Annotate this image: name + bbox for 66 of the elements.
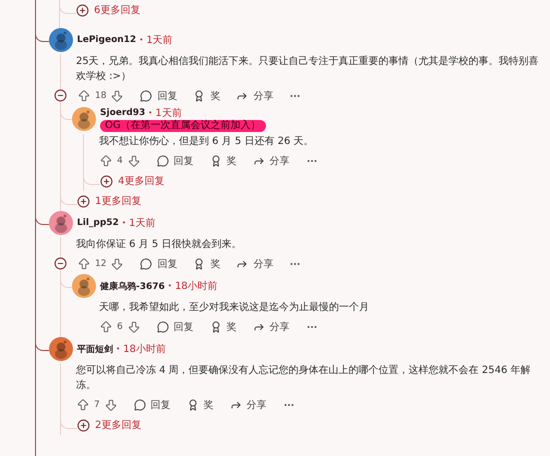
upvote-button[interactable] [99, 154, 113, 168]
comment-text: 25天，兄弟。我真心相信我们能活下来。只要让自己专注于真正重要的事情（尤其是学校的事。我特别喜欢学校 :>） [76, 54, 540, 84]
award-button[interactable]: 奖 [210, 154, 237, 168]
award-icon [193, 258, 206, 270]
expand-icon [76, 4, 89, 16]
reply-button[interactable]: 回复 [134, 398, 171, 412]
expand-icon [100, 174, 113, 188]
vote-count: 6 [117, 322, 123, 332]
timestamp: 1天前 [128, 217, 156, 230]
downvote-button[interactable] [104, 398, 118, 412]
comment-text: 我不想让你伤心，但是到 6 月 5 日还有 26 天。 [99, 134, 315, 149]
comment-icon [156, 154, 169, 166]
comment-icon [156, 320, 169, 332]
upvote-button[interactable] [77, 88, 91, 102]
downvote-button[interactable] [126, 320, 141, 334]
award-button[interactable]: 奖 [193, 88, 220, 102]
reply-button[interactable]: 回复 [156, 154, 194, 168]
award-button[interactable]: 奖 [193, 256, 220, 270]
more-replies-link[interactable]: 1更多回复 [77, 194, 142, 208]
share-button[interactable]: 分享 [236, 256, 274, 270]
more-replies-link[interactable]: 2更多回复 [77, 418, 142, 432]
comment-icon [134, 398, 146, 410]
collapse-button[interactable] [54, 89, 67, 102]
timestamp: 18小时前 [123, 342, 166, 356]
user-flair: OG（在第一次直属会议之前加入） [100, 120, 266, 132]
expand-icon [77, 418, 90, 432]
downvote-button[interactable] [126, 154, 141, 168]
more-replies-link[interactable]: 6更多回复 [76, 3, 140, 17]
comment-text: 天哪，我希望如此，至少对我来说这是迄今为止最慢的一个月 [99, 300, 370, 315]
share-button[interactable]: 分享 [252, 154, 290, 168]
username[interactable]: 平面短剑 [77, 342, 113, 356]
vote-count: 12 [95, 258, 106, 268]
upvote-button[interactable] [99, 320, 113, 334]
timestamp: 1天前 [146, 34, 173, 47]
comment-text: 您可以将自己冷冻 4 周，但要确保没有人忘记您的身体在山上的哪个位置，这样您就不会在 2546 年解冻。 [76, 364, 532, 393]
vote-count: 18 [95, 90, 106, 100]
comment-icon [140, 90, 152, 102]
share-button[interactable]: 分享 [230, 398, 267, 412]
award-button[interactable]: 奖 [210, 320, 237, 334]
reply-button[interactable]: 回复 [140, 88, 178, 102]
comment-icon [140, 258, 152, 270]
vote-count: 7 [94, 400, 100, 410]
username[interactable]: Sjoerd93 [100, 108, 146, 118]
share-button[interactable]: 分享 [236, 88, 274, 102]
reply-button[interactable]: 回复 [140, 256, 178, 270]
upvote-button[interactable] [76, 398, 90, 412]
upvote-button[interactable] [77, 256, 91, 270]
collapse-button[interactable] [54, 257, 67, 270]
award-icon [193, 90, 206, 102]
username[interactable]: Lil_pp52 [77, 218, 119, 228]
more-replies-link[interactable]: 4更多回复 [100, 174, 164, 188]
timestamp: 18小时前 [174, 280, 218, 293]
award-icon [186, 398, 199, 410]
award-icon [210, 154, 222, 166]
username[interactable]: 健康乌鸦-3676 [100, 280, 165, 292]
vote-count: 4 [117, 156, 123, 166]
downvote-button[interactable] [110, 88, 124, 102]
reply-button[interactable]: 回复 [156, 320, 194, 334]
expand-icon [77, 194, 90, 208]
award-button[interactable]: 奖 [186, 398, 214, 412]
share-button[interactable]: 分享 [252, 320, 290, 334]
downvote-button[interactable] [110, 256, 124, 270]
timestamp: 1天前 [155, 107, 182, 120]
award-icon [210, 320, 222, 332]
username[interactable]: LePigeon12 [77, 35, 136, 45]
comment-text: 我向你保证 6 月 5 日很快就会到来。 [76, 238, 242, 252]
